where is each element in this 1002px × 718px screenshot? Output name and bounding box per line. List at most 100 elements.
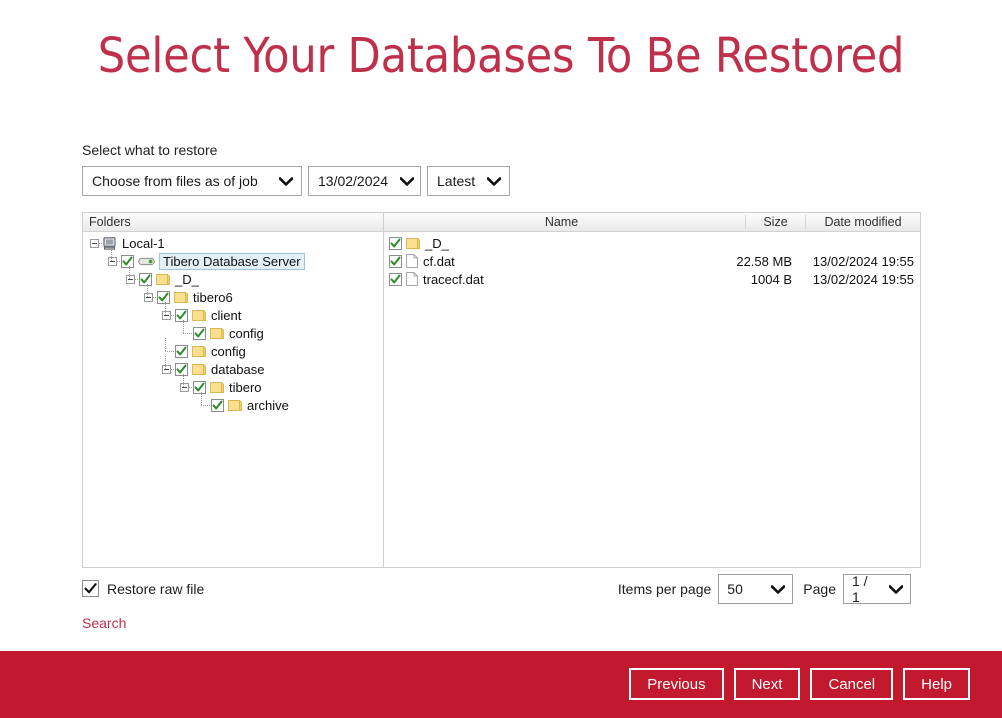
computer-icon [103, 237, 117, 250]
cancel-button[interactable]: Cancel [810, 668, 893, 700]
previous-button[interactable]: Previous [629, 668, 723, 700]
page-dropdown[interactable]: 1 / 1 [843, 574, 911, 604]
tree-connector-line [179, 324, 193, 342]
column-header-date-modified[interactable]: Date modified [805, 215, 920, 229]
chevron-down-icon [388, 177, 414, 186]
column-header-size[interactable]: Size [745, 215, 805, 229]
tree-item-checkbox[interactable] [175, 363, 188, 376]
file-list[interactable]: _D_cf.dat22.58 MB13/02/2024 19:55tracecf… [384, 232, 920, 567]
file-name-cell: tracecf.dat [389, 272, 726, 287]
restore-date-value: 13/02/2024 [318, 173, 388, 189]
file-name-cell: _D_ [389, 236, 726, 251]
tree-item-d[interactable]: _D_ [83, 270, 383, 288]
tree-connector-line [161, 342, 175, 360]
tree-expander-collapse-icon[interactable] [161, 360, 175, 378]
file-row[interactable]: cf.dat22.58 MB13/02/2024 19:55 [384, 252, 920, 270]
footer-button-group: Previous Next Cancel Help [629, 668, 970, 700]
select-what-to-restore-label: Select what to restore [82, 142, 217, 158]
tree-item-label: config [211, 344, 246, 359]
file-name-label: cf.dat [423, 254, 455, 269]
file-row[interactable]: _D_ [384, 234, 920, 252]
tree-item-checkbox[interactable] [157, 291, 170, 304]
file-name-cell: cf.dat [389, 254, 726, 269]
next-button[interactable]: Next [734, 668, 801, 700]
tree-item-label: Local-1 [122, 236, 165, 251]
items-per-page-dropdown[interactable]: 50 [718, 574, 793, 604]
folder-icon [156, 273, 170, 286]
tree-item-label: _D_ [175, 272, 199, 287]
tree-item-label: config [229, 326, 264, 341]
items-per-page-label: Items per page [618, 581, 711, 597]
folders-pane: Folders Local-1Tibero Database Server _D_… [83, 213, 384, 567]
file-row-checkbox[interactable] [389, 255, 402, 268]
chevron-down-icon [475, 177, 501, 186]
tree-item-tibero[interactable]: tibero [83, 378, 383, 396]
file-row-checkbox[interactable] [389, 237, 402, 250]
restore-version-value: Latest [437, 173, 475, 189]
files-pane: Name Size Date modified _D_cf.dat22.58 M… [384, 213, 920, 567]
tree-expander-collapse-icon[interactable] [161, 306, 175, 324]
file-row-checkbox[interactable] [389, 273, 402, 286]
tree-item-checkbox[interactable] [139, 273, 152, 286]
tree-item-config[interactable]: config [83, 324, 383, 342]
tree-item-checkbox[interactable] [175, 309, 188, 322]
folder-icon [192, 309, 206, 322]
tree-item-checkbox[interactable] [193, 381, 206, 394]
tree-item-label: archive [247, 398, 289, 413]
files-column-headers: Name Size Date modified [384, 213, 920, 232]
tree-item-local-1[interactable]: Local-1 [83, 234, 383, 252]
page-title: Select Your Databases To Be Restored [0, 28, 1002, 84]
file-date-cell: 13/02/2024 19:55 [798, 254, 920, 269]
tree-connector-line [197, 396, 211, 414]
tree-item-checkbox[interactable] [121, 255, 134, 268]
restore-source-value: Choose from files as of job [92, 173, 258, 189]
tree-item-config[interactable]: config [83, 342, 383, 360]
file-browser-panel: Folders Local-1Tibero Database Server _D_… [82, 212, 921, 568]
tree-item-archive[interactable]: archive [83, 396, 383, 414]
tree-expander-collapse-icon[interactable] [107, 252, 121, 270]
chevron-down-icon [757, 585, 785, 594]
folder-icon [192, 363, 206, 376]
tree-item-label: database [211, 362, 265, 377]
tree-expander-collapse-icon[interactable] [125, 270, 139, 288]
chevron-down-icon [267, 177, 293, 186]
folder-icon [210, 381, 224, 394]
restore-raw-file-checkbox[interactable]: Restore raw file [82, 580, 204, 597]
restore-raw-file-label: Restore raw file [107, 581, 204, 597]
tree-item-checkbox[interactable] [175, 345, 188, 358]
column-header-name[interactable]: Name [384, 215, 745, 229]
footer-bar: Previous Next Cancel Help [0, 651, 1002, 718]
tree-item-checkbox[interactable] [193, 327, 206, 340]
database-icon [138, 256, 155, 267]
search-link[interactable]: Search [82, 615, 126, 631]
file-name-label: _D_ [425, 236, 449, 251]
tree-expander-collapse-icon[interactable] [143, 288, 157, 306]
tree-item-label: tibero6 [193, 290, 233, 305]
file-icon [406, 254, 418, 268]
tree-item-client[interactable]: client [83, 306, 383, 324]
restore-version-dropdown[interactable]: Latest [427, 166, 510, 196]
help-button[interactable]: Help [903, 668, 970, 700]
page-value: 1 / 1 [852, 573, 875, 605]
tree-expander-collapse-icon[interactable] [89, 234, 103, 252]
file-name-label: tracecf.dat [423, 272, 484, 287]
tree-item-label: client [211, 308, 241, 323]
tree-item-tibero-database-server[interactable]: Tibero Database Server [83, 252, 383, 270]
tree-item-checkbox[interactable] [211, 399, 224, 412]
checkbox-box [82, 580, 99, 597]
tree-expander-collapse-icon[interactable] [179, 378, 193, 396]
folder-tree[interactable]: Local-1Tibero Database Server _D_ tibero6 c… [83, 232, 383, 567]
restore-source-dropdown[interactable]: Choose from files as of job [82, 166, 302, 196]
tree-item-tibero6[interactable]: tibero6 [83, 288, 383, 306]
file-date-cell: 13/02/2024 19:55 [798, 272, 920, 287]
restore-date-dropdown[interactable]: 13/02/2024 [308, 166, 421, 196]
page-label: Page [803, 581, 836, 597]
tree-item-database[interactable]: database [83, 360, 383, 378]
file-row[interactable]: tracecf.dat 1004 B13/02/2024 19:55 [384, 270, 920, 288]
folder-icon [174, 291, 188, 304]
tree-item-label: tibero [229, 380, 262, 395]
folders-column-header[interactable]: Folders [83, 213, 383, 232]
pagination-controls: Items per page 50 Page 1 / 1 [618, 574, 921, 604]
folder-icon [192, 345, 206, 358]
file-size-cell: 1004 B [726, 272, 798, 287]
